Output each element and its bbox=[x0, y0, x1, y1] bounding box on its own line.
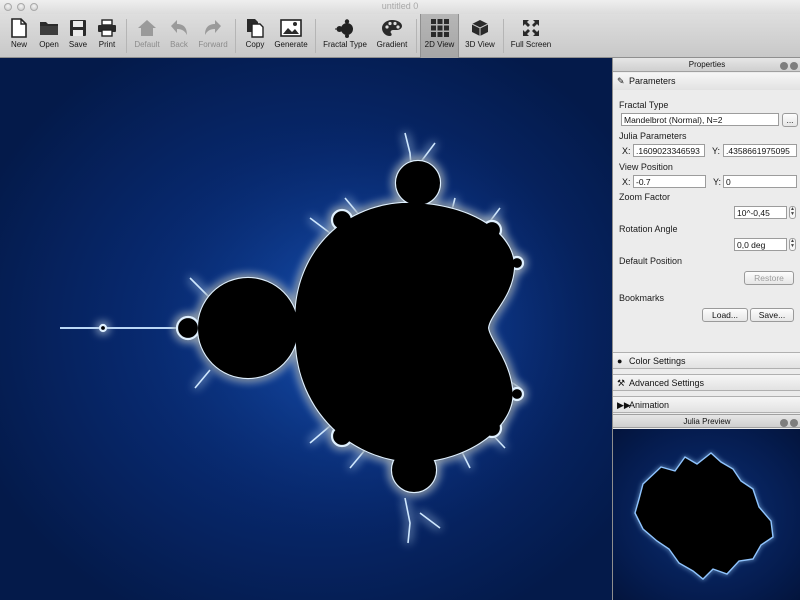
home-icon bbox=[136, 18, 158, 38]
gradient-label: Gradient bbox=[376, 40, 408, 49]
color-settings-label: Color Settings bbox=[629, 356, 686, 366]
julia-preview-header: Julia Preview bbox=[613, 414, 800, 428]
toolbar: New Open Save Print Default Back Forward… bbox=[0, 14, 800, 58]
generate-label: Generate bbox=[274, 40, 308, 49]
2d-view-button[interactable]: 2D View bbox=[420, 14, 459, 58]
back-arrow-icon bbox=[168, 18, 190, 38]
rotation-angle-field[interactable]: 0,0 deg bbox=[734, 238, 787, 251]
advanced-settings-section-header[interactable]: ⚒ Advanced Settings bbox=[613, 374, 800, 391]
bookmarks-save-button[interactable]: Save... bbox=[750, 308, 794, 322]
close-panel-button[interactable] bbox=[790, 62, 798, 70]
fast-forward-icon: ▶▶ bbox=[617, 400, 631, 410]
julia-y-field[interactable]: .4358661975095 bbox=[723, 144, 797, 157]
fractal-type-heading: Fractal Type bbox=[619, 100, 669, 110]
forward-button[interactable]: Forward bbox=[196, 14, 230, 58]
julia-set-image bbox=[634, 452, 774, 580]
print-button[interactable]: Print bbox=[92, 14, 122, 58]
julia-parameters-heading: Julia Parameters bbox=[619, 131, 687, 141]
float-preview-button[interactable] bbox=[780, 419, 788, 427]
animation-label: Animation bbox=[629, 400, 670, 410]
view-x-field[interactable]: -0.7 bbox=[633, 175, 706, 188]
pencil-icon: ✎ bbox=[617, 76, 625, 86]
copy-icon bbox=[244, 18, 266, 38]
generate-button[interactable]: Generate bbox=[274, 14, 308, 58]
back-button[interactable]: Back bbox=[163, 14, 195, 58]
properties-header: Properties bbox=[613, 58, 800, 72]
window-title: untitled 0 bbox=[381, 1, 419, 11]
palette-icon: ● bbox=[617, 356, 623, 366]
image-icon bbox=[280, 18, 302, 38]
rotation-stepper[interactable]: ▲ ▼ bbox=[789, 238, 796, 251]
view-x-label: X: bbox=[622, 177, 631, 187]
advanced-settings-label: Advanced Settings bbox=[629, 378, 705, 388]
expand-icon bbox=[520, 18, 542, 38]
properties-title: Properties bbox=[688, 60, 726, 69]
fractal-canvas[interactable] bbox=[0, 58, 612, 600]
julia-preview-title: Julia Preview bbox=[683, 417, 731, 426]
color-settings-section-header[interactable]: ● Color Settings bbox=[613, 352, 800, 369]
rotation-angle-heading: Rotation Angle bbox=[619, 224, 678, 234]
cube-icon bbox=[469, 18, 491, 38]
forward-label: Forward bbox=[198, 40, 228, 49]
full-screen-label: Full Screen bbox=[510, 40, 552, 49]
view-y-field[interactable]: 0 bbox=[723, 175, 797, 188]
julia-preview-canvas[interactable] bbox=[613, 429, 800, 600]
fractal-icon bbox=[334, 18, 356, 38]
default-position-heading: Default Position bbox=[619, 256, 683, 266]
float-panel-button[interactable] bbox=[780, 62, 788, 70]
3d-view-label: 3D View bbox=[465, 40, 495, 49]
gradient-button[interactable]: Gradient bbox=[374, 14, 410, 58]
title-bar: untitled 0 bbox=[0, 0, 800, 14]
fractal-type-more-button[interactable]: ... bbox=[782, 113, 798, 127]
save-button[interactable]: Save bbox=[63, 14, 93, 58]
animation-section-header[interactable]: ▶▶ Animation bbox=[613, 396, 800, 413]
grid-icon bbox=[429, 18, 451, 38]
julia-x-field[interactable]: .1609023346593 bbox=[633, 144, 705, 157]
zoom-factor-field[interactable]: 10^-0,45 bbox=[734, 206, 787, 219]
close-preview-button[interactable] bbox=[790, 419, 798, 427]
new-document-icon bbox=[8, 18, 30, 38]
properties-panel: Properties ✎ Parameters Fractal Type Man… bbox=[612, 58, 800, 600]
parameters-section-header[interactable]: ✎ Parameters bbox=[613, 73, 800, 90]
palette-icon bbox=[381, 18, 403, 38]
3d-view-button[interactable]: 3D View bbox=[462, 14, 498, 58]
fractal-type-field[interactable]: Mandelbrot (Normal), N=2 bbox=[621, 113, 779, 126]
view-y-label: Y: bbox=[713, 177, 722, 187]
restore-button[interactable]: Restore bbox=[744, 271, 794, 285]
full-screen-button[interactable]: Full Screen bbox=[510, 14, 552, 58]
julia-y-label: Y: bbox=[712, 146, 721, 156]
bookmarks-heading: Bookmarks bbox=[619, 293, 665, 303]
parameters-label: Parameters bbox=[629, 76, 676, 86]
default-button[interactable]: Default bbox=[131, 14, 163, 58]
zoom-stepper[interactable]: ▲ ▼ bbox=[789, 206, 796, 219]
julia-x-label: X: bbox=[622, 146, 631, 156]
copy-button[interactable]: Copy bbox=[240, 14, 270, 58]
wrench-icon: ⚒ bbox=[617, 378, 626, 388]
view-position-heading: View Position bbox=[619, 162, 673, 172]
fractal-type-button[interactable]: Fractal Type bbox=[322, 14, 368, 58]
zoom-factor-heading: Zoom Factor bbox=[619, 192, 671, 202]
app-window: untitled 0 New Open Save Print Default B… bbox=[0, 0, 800, 600]
folder-icon bbox=[38, 18, 60, 38]
forward-arrow-icon bbox=[202, 18, 224, 38]
printer-icon bbox=[96, 18, 118, 38]
mandelbrot-image bbox=[60, 118, 600, 544]
floppy-disk-icon bbox=[67, 18, 89, 38]
bookmarks-load-button[interactable]: Load... bbox=[702, 308, 748, 322]
open-button[interactable]: Open bbox=[34, 14, 64, 58]
new-button[interactable]: New bbox=[4, 14, 34, 58]
